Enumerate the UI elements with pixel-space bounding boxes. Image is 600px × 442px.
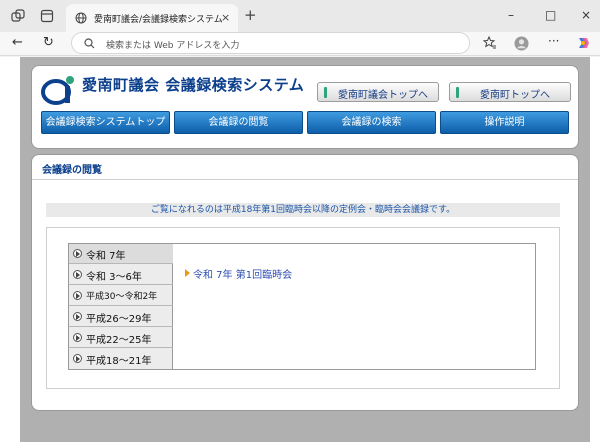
nav-search-minutes[interactable]: 会議録の検索 — [307, 111, 436, 134]
page-viewport: 愛南町議会 会議録検索システム 愛南町議会トップへ 愛南町トップへ 会議録検索シ… — [0, 57, 600, 442]
close-window-icon[interactable]: × — [581, 8, 591, 22]
workspaces-icon[interactable] — [11, 9, 25, 23]
play-icon — [73, 249, 82, 258]
maximize-icon[interactable]: □ — [545, 8, 556, 22]
year-item[interactable]: 平成30～令和2年 — [69, 286, 173, 306]
page-title: 会議録の閲覧 — [42, 165, 102, 176]
nav-browse-minutes[interactable]: 会議録の閲覧 — [174, 111, 303, 134]
favorites-icon[interactable] — [483, 36, 497, 50]
refresh-icon[interactable]: ↻ — [43, 36, 54, 50]
tab-close-icon[interactable]: × — [221, 11, 230, 24]
session-label: 令和 7年 第1回臨時会 — [193, 270, 293, 281]
ainan-logo-icon — [41, 76, 74, 105]
availability-notice: ご覧になれるのは平成18年第1回臨時会以降の定例会・臨時会会議録です。 — [46, 203, 560, 217]
copilot-icon[interactable] — [576, 36, 590, 50]
year-item[interactable]: 平成26～29年 — [69, 307, 173, 327]
active-tab[interactable]: 愛南町議会/会議録検索システム × — [66, 4, 238, 32]
address-placeholder: 検索または Web アドレスを入力 — [106, 41, 240, 51]
year-item[interactable]: 令和 3～6年 — [69, 265, 173, 285]
session-link[interactable]: 令和 7年 第1回臨時会 — [185, 266, 292, 281]
play-icon — [73, 312, 82, 321]
profile-avatar-icon[interactable] — [514, 36, 529, 51]
page-frame: 愛南町議会 会議録検索システム 愛南町議会トップへ 愛南町トップへ 会議録検索シ… — [20, 57, 590, 442]
link-marker-icon — [324, 87, 327, 98]
site-title: 愛南町議会 会議録検索システム — [82, 76, 305, 94]
address-bar[interactable]: 検索または Web アドレスを入力 — [71, 32, 470, 54]
more-menu-icon[interactable]: ··· — [548, 34, 559, 48]
play-icon — [73, 270, 82, 279]
link-marker-icon — [456, 87, 459, 98]
browse-area: 令和 7年 令和 3～6年 平成30～令和2年 平成26～29年 平成22～25… — [46, 227, 560, 389]
title-divider — [32, 179, 578, 180]
tab-title: 愛南町議会/会議録検索システム — [94, 15, 223, 25]
tab-actions-icon[interactable] — [40, 9, 54, 23]
council-top-link[interactable]: 愛南町議会トップへ — [317, 82, 439, 102]
search-icon — [84, 38, 95, 49]
year-list: 令和 7年 令和 3～6年 平成30～令和2年 平成26～29年 平成22～25… — [69, 244, 173, 369]
globe-icon — [75, 12, 87, 24]
back-icon[interactable]: ← — [12, 36, 23, 50]
play-icon — [73, 333, 82, 342]
browser-toolbar: ← ↻ 検索または Web アドレスを入力 ··· — [0, 32, 600, 56]
year-item[interactable]: 平成18～21年 — [69, 349, 173, 369]
play-icon — [73, 291, 82, 300]
year-item[interactable]: 令和 7年 — [69, 244, 173, 264]
new-tab-icon[interactable]: + — [244, 7, 257, 23]
browser-tab-bar: 愛南町議会/会議録検索システム × + – □ × — [0, 0, 600, 32]
town-top-link[interactable]: 愛南町トップへ — [449, 82, 571, 102]
browse-table: 令和 7年 令和 3～6年 平成30～令和2年 平成26～29年 平成22～25… — [68, 243, 536, 370]
main-panel: 会議録の閲覧 ご覧になれるのは平成18年第1回臨時会以降の定例会・臨時会会議録で… — [31, 154, 579, 411]
minimize-icon[interactable]: – — [508, 8, 514, 22]
year-item[interactable]: 平成22～25年 — [69, 328, 173, 348]
arrow-right-icon — [185, 269, 190, 277]
play-icon — [73, 354, 82, 363]
nav-search-system-top[interactable]: 会議録検索システムトップ — [41, 111, 170, 134]
site-header: 愛南町議会 会議録検索システム 愛南町議会トップへ 愛南町トップへ 会議録検索シ… — [31, 65, 579, 149]
nav-help[interactable]: 操作説明 — [440, 111, 569, 134]
